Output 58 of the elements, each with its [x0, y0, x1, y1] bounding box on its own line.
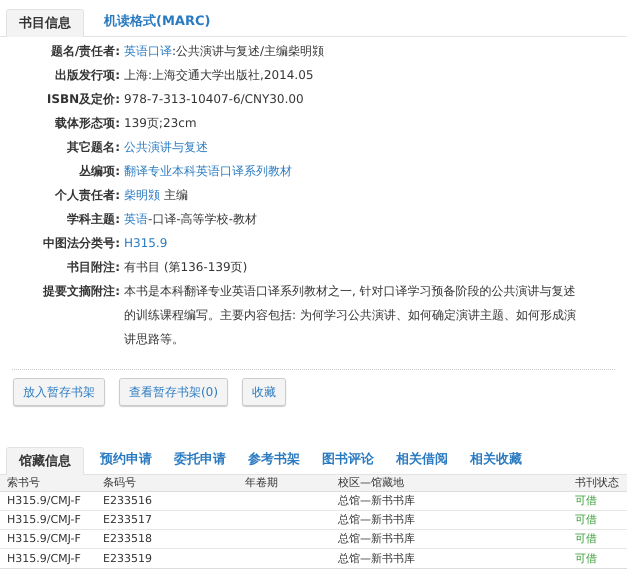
table-cell: 可借	[575, 532, 597, 545]
field-value: 978-7-313-10407-6/CNY30.00	[124, 92, 304, 106]
column-header: 年卷期	[245, 476, 278, 489]
tab[interactable]: 相关收藏	[464, 446, 528, 474]
field-value: :公共演讲与复述/主编柴明颎	[172, 44, 324, 58]
field-value: 主编	[162, 188, 188, 202]
table-cell: 总馆—新书书库	[338, 532, 415, 545]
table-cell: 总馆—新书书库	[338, 513, 415, 526]
field-link[interactable]: 翻译专业本科英语口译系列教材	[124, 164, 292, 178]
field-link[interactable]: 英语	[124, 212, 148, 226]
field-value: 本书是本科翻译专业英语口译系列教材之一, 针对口译学习预备阶段的公共演讲与复述的训练课程编写。主要内容包括: 为何学习公共演讲、如何确定演讲主题、如何形成演讲思路等。	[124, 284, 576, 346]
tab[interactable]: 机读格式(MARC)	[98, 8, 216, 36]
table-cell: 可借	[575, 513, 597, 526]
tab[interactable]: 书目信息	[6, 9, 84, 37]
table-cell: H315.9/CMJ-F	[7, 532, 81, 545]
column-header: 校区—馆藏地	[338, 476, 404, 489]
field-label: 出版发行项:	[54, 67, 120, 84]
table-cell: H315.9/CMJ-F	[7, 552, 81, 564]
field-value: 有书目 (第136-139页)	[124, 260, 248, 274]
table-cell: E233516	[103, 494, 152, 507]
table-cell: E233519	[103, 552, 152, 564]
field-label: 载体形态项:	[54, 115, 120, 132]
table-cell: E233517	[103, 513, 152, 526]
field-link[interactable]: H315.9	[124, 236, 168, 250]
column-header: 书刊状态	[575, 476, 619, 489]
field-label: ISBN及定价:	[46, 91, 120, 108]
field-label: 提要文摘附注:	[42, 283, 120, 300]
table-cell: 可借	[575, 552, 597, 564]
action-button[interactable]: 查看暂存书架(0)	[119, 378, 228, 406]
tab[interactable]: 委托申请	[168, 446, 232, 474]
table-cell: 总馆—新书书库	[338, 494, 415, 507]
tab[interactable]: 馆藏信息	[6, 447, 84, 475]
field-label: 其它题名:	[66, 139, 120, 156]
table-cell: 可借	[575, 494, 597, 507]
action-button[interactable]: 放入暂存书架	[13, 378, 105, 406]
column-header: 索书号	[7, 476, 40, 489]
tab[interactable]: 图书评论	[316, 446, 380, 474]
action-button[interactable]: 收藏	[242, 378, 286, 406]
table-cell: E233518	[103, 532, 152, 545]
field-label: 个人责任者:	[54, 187, 120, 204]
field-value: 139页;23cm	[124, 116, 197, 130]
field-label: 丛编项:	[78, 163, 120, 180]
tab[interactable]: 相关借阅	[390, 446, 454, 474]
table-cell: 总馆—新书书库	[338, 552, 415, 564]
field-label: 题名/责任者:	[50, 43, 120, 60]
table-cell: H315.9/CMJ-F	[7, 513, 81, 526]
field-value: 上海:上海交通大学出版社,2014.05	[124, 68, 314, 82]
tab[interactable]: 参考书架	[242, 446, 306, 474]
field-label: 学科主题:	[66, 211, 120, 228]
table-cell: H315.9/CMJ-F	[7, 494, 81, 507]
field-link[interactable]: 公共演讲与复述	[124, 140, 208, 154]
column-header: 条码号	[103, 476, 136, 489]
field-value: -口译-高等学校-教材	[148, 212, 257, 226]
field-link[interactable]: 柴明颎	[124, 188, 160, 202]
field-link[interactable]: 英语口译	[124, 44, 172, 58]
tab[interactable]: 预约申请	[94, 446, 158, 474]
field-label: 书目附注:	[66, 259, 120, 276]
field-label: 中图法分类号:	[42, 235, 120, 252]
